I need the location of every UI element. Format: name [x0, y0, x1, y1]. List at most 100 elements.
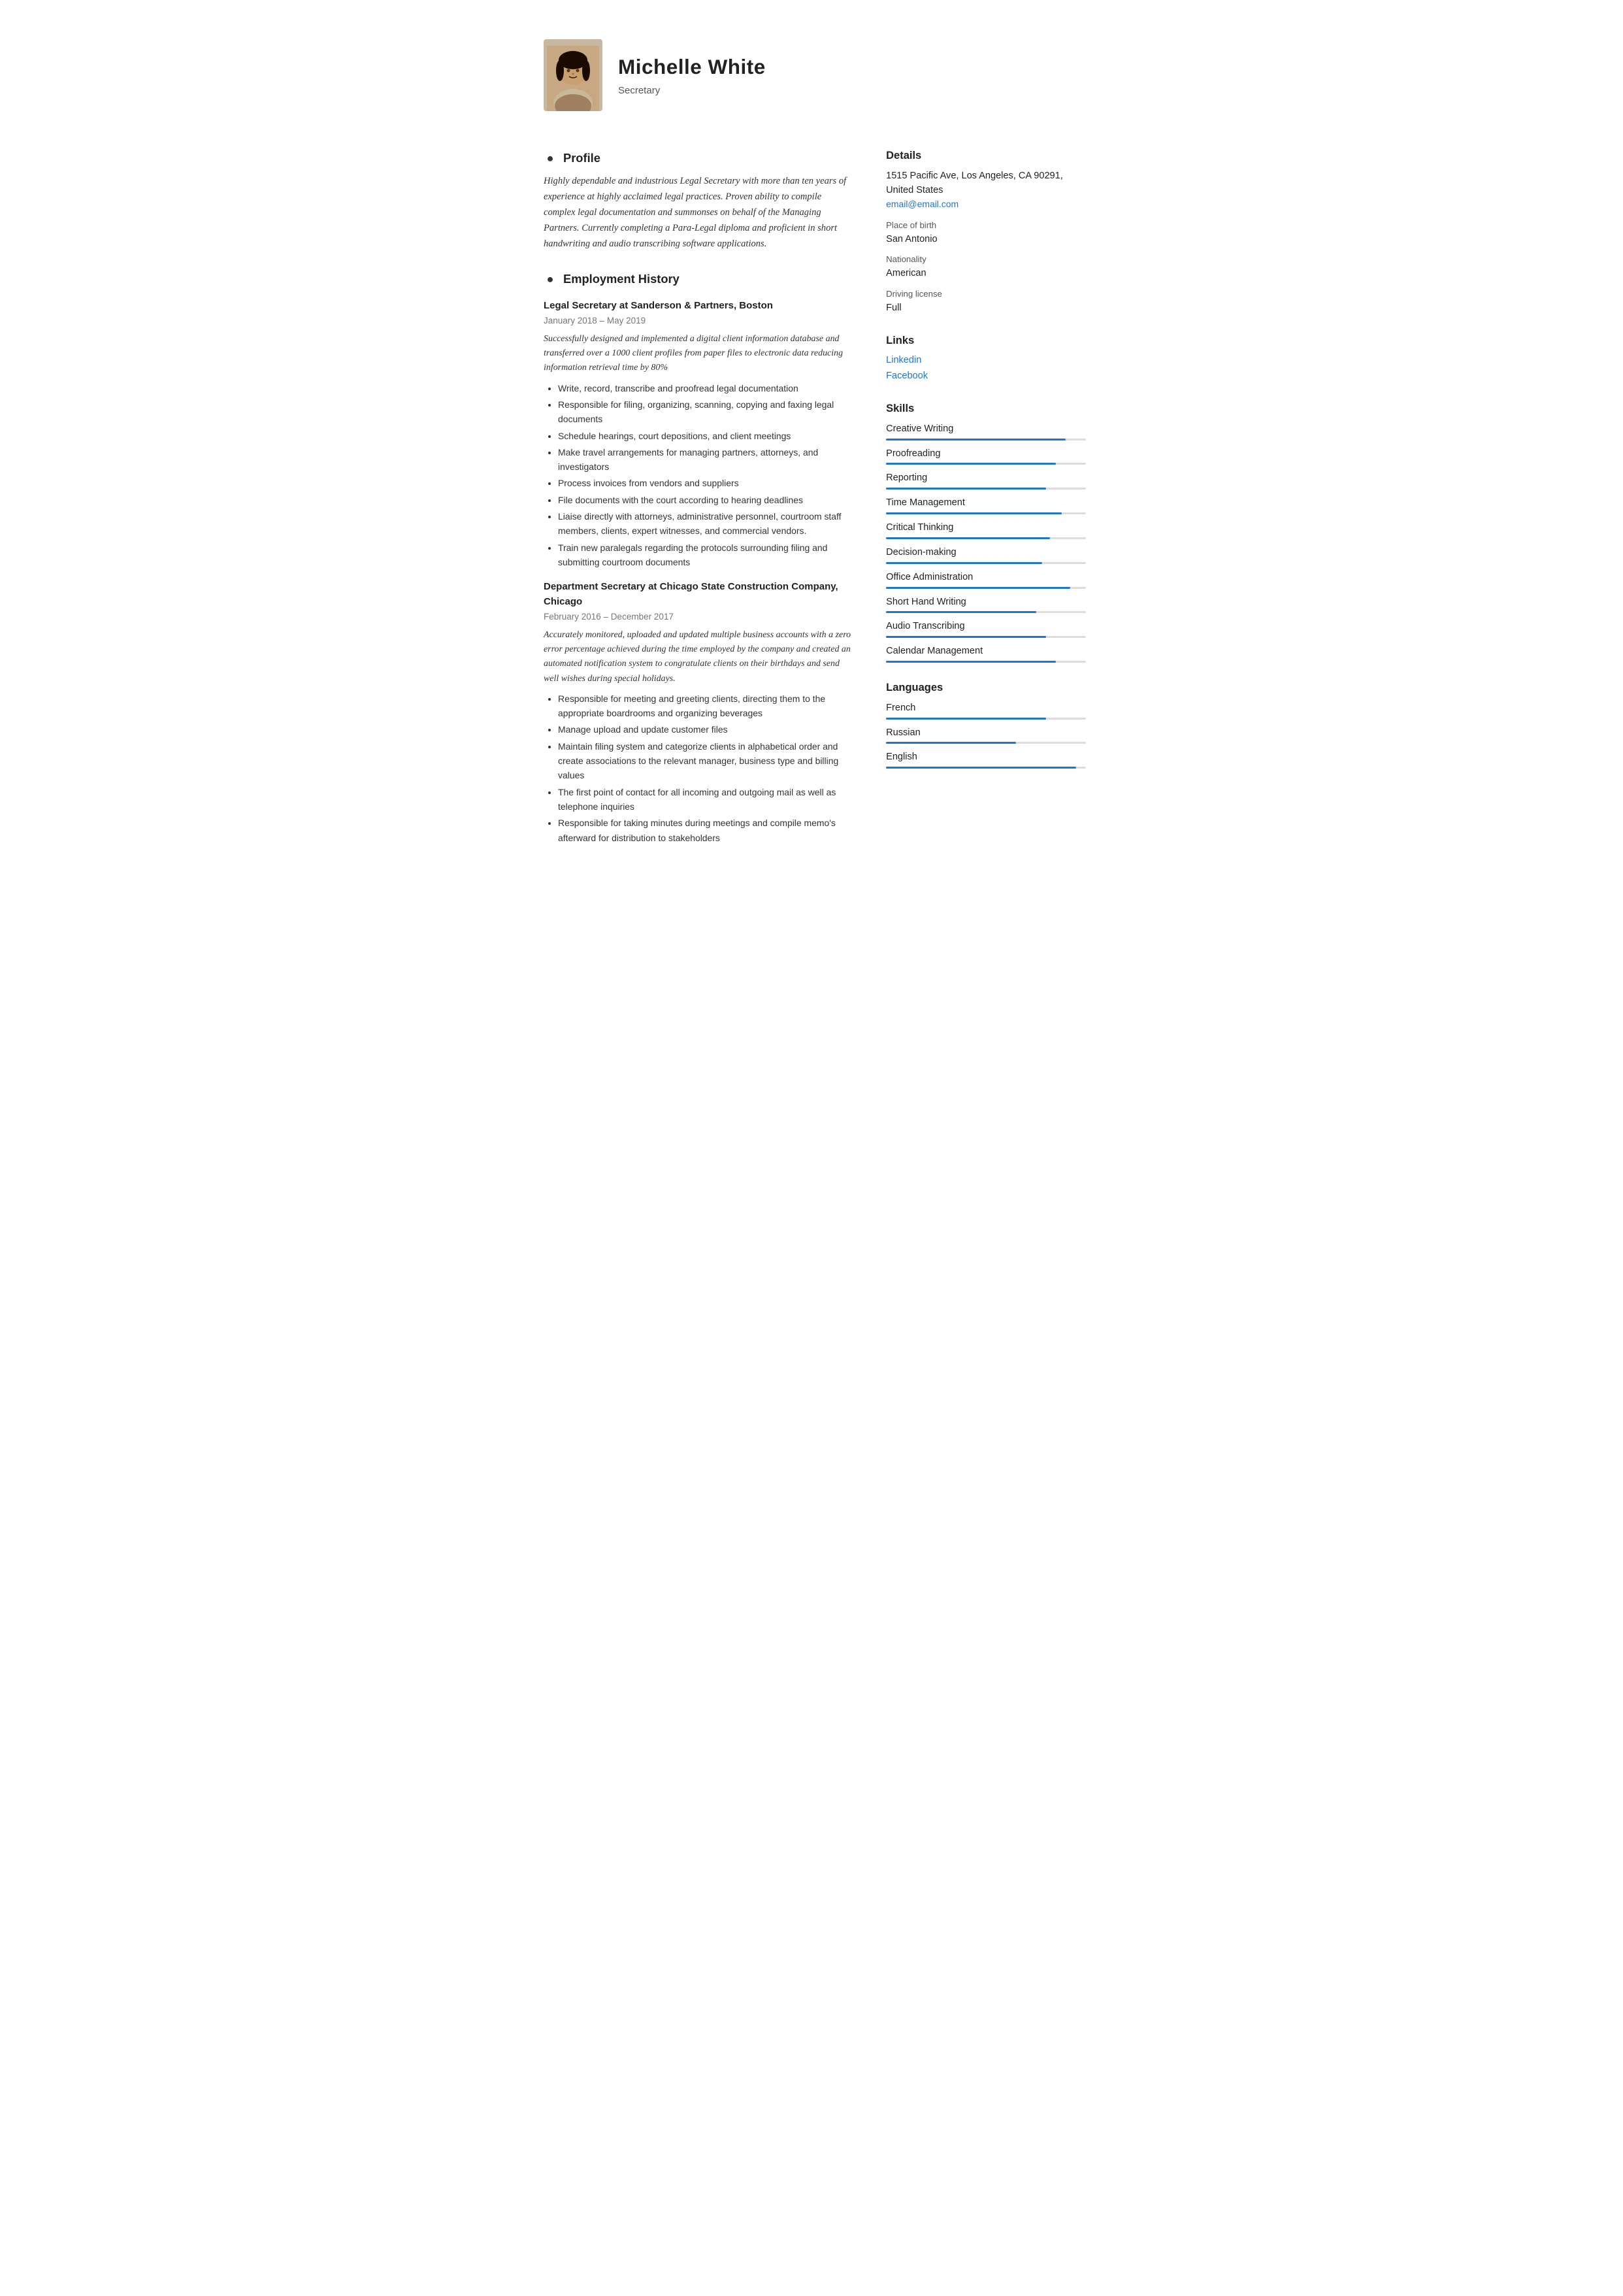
- resume-wrapper: Michelle White Secretary ● Profile Highl…: [517, 0, 1106, 899]
- skill-item-audio: Audio Transcribing: [886, 620, 1086, 638]
- side-column: Details 1515 Pacific Ave, Los Angeles, C…: [873, 131, 1106, 873]
- skill-bar-bg: [886, 611, 1086, 613]
- lang-bar-bg: [886, 767, 1086, 769]
- skill-bar-bg: [886, 587, 1086, 589]
- place-of-birth-value: San Antonio: [886, 233, 1086, 247]
- skill-bar-bg: [886, 636, 1086, 638]
- header-info: Michelle White Secretary: [618, 52, 766, 99]
- details-heading: Details: [886, 148, 1086, 164]
- skill-item-time-management: Time Management: [886, 496, 1086, 514]
- skill-bar-bg: [886, 512, 1086, 514]
- skill-name: Decision-making: [886, 546, 1086, 560]
- job-bullets-2: Responsible for meeting and greeting cli…: [544, 691, 853, 845]
- skill-name: Reporting: [886, 471, 1086, 486]
- link-facebook[interactable]: Facebook: [886, 369, 1086, 384]
- nationality-value: American: [886, 267, 1086, 281]
- skill-name: Creative Writing: [886, 422, 1086, 437]
- lang-name: French: [886, 701, 1086, 716]
- profile-icon: ●: [544, 152, 557, 165]
- header: Michelle White Secretary: [517, 26, 1106, 131]
- skill-item-creative-writing: Creative Writing: [886, 422, 1086, 441]
- detail-email[interactable]: email@email.com: [886, 199, 959, 209]
- skill-item-proofreading: Proofreading: [886, 447, 1086, 465]
- list-item: Write, record, transcribe and proofread …: [558, 381, 853, 395]
- skill-bar-fill: [886, 636, 1046, 638]
- job-dates-2: February 2016 – December 2017: [544, 610, 853, 624]
- lang-item-french: French: [886, 701, 1086, 720]
- skill-bar-fill: [886, 587, 1070, 589]
- skill-name: Proofreading: [886, 447, 1086, 461]
- avatar: [544, 39, 602, 111]
- skill-bar-bg: [886, 661, 1086, 663]
- lang-item-english: English: [886, 750, 1086, 769]
- lang-bar-bg: [886, 718, 1086, 720]
- skill-item-decision-making: Decision-making: [886, 546, 1086, 564]
- job-summary-1: Successfully designed and implemented a …: [544, 332, 853, 376]
- skills-heading: Skills: [886, 401, 1086, 417]
- skill-bar-fill: [886, 661, 1056, 663]
- skill-bar-fill: [886, 463, 1056, 465]
- job-dates-1: January 2018 – May 2019: [544, 314, 853, 327]
- skill-name: Calendar Management: [886, 644, 1086, 659]
- skill-bar-fill: [886, 512, 1062, 514]
- list-item: The first point of contact for all incom…: [558, 785, 853, 814]
- nationality-label: Nationality: [886, 253, 1086, 266]
- list-item: Responsible for filing, organizing, scan…: [558, 397, 853, 427]
- link-linkedin[interactable]: Linkedin: [886, 354, 1086, 368]
- list-item: Maintain filing system and categorize cl…: [558, 739, 853, 783]
- lang-name: English: [886, 750, 1086, 765]
- lang-bar-bg: [886, 742, 1086, 744]
- job-title-2: Department Secretary at Chicago State Co…: [544, 580, 853, 609]
- skill-item-shorthand: Short Hand Writing: [886, 595, 1086, 614]
- skill-name: Time Management: [886, 496, 1086, 510]
- body-columns: ● Profile Highly dependable and industri…: [517, 131, 1106, 873]
- list-item: Responsible for meeting and greeting cli…: [558, 691, 853, 721]
- skill-bar-fill: [886, 611, 1036, 613]
- driving-license-label: Driving license: [886, 288, 1086, 301]
- profile-heading: ● Profile: [544, 149, 853, 167]
- job-summary-2: Accurately monitored, uploaded and updat…: [544, 628, 853, 686]
- skill-bar-fill: [886, 537, 1050, 539]
- lang-bar-fill: [886, 718, 1046, 720]
- skill-name: Critical Thinking: [886, 521, 1086, 535]
- job-bullets-1: Write, record, transcribe and proofread …: [544, 381, 853, 570]
- list-item: Manage upload and update customer files: [558, 722, 853, 737]
- lang-bar-fill: [886, 742, 1016, 744]
- list-item: Responsible for taking minutes during me…: [558, 816, 853, 845]
- skill-bar-bg: [886, 488, 1086, 490]
- list-item: Liaise directly with attorneys, administ…: [558, 509, 853, 539]
- job-entry-2: Department Secretary at Chicago State Co…: [544, 580, 853, 845]
- lang-item-russian: Russian: [886, 726, 1086, 744]
- list-item: Schedule hearings, court depositions, an…: [558, 429, 853, 443]
- driving-license-value: Full: [886, 301, 1086, 316]
- skill-bar-fill: [886, 439, 1066, 441]
- skill-item-reporting: Reporting: [886, 471, 1086, 490]
- job-entry-1: Legal Secretary at Sanderson & Partners,…: [544, 299, 853, 569]
- skill-bar-fill: [886, 562, 1042, 564]
- profile-text: Highly dependable and industrious Legal …: [544, 173, 853, 252]
- skill-bar-bg: [886, 439, 1086, 441]
- languages-heading: Languages: [886, 680, 1086, 696]
- list-item: File documents with the court according …: [558, 493, 853, 507]
- candidate-title: Secretary: [618, 84, 766, 99]
- skill-name: Office Administration: [886, 571, 1086, 585]
- skill-item-office-admin: Office Administration: [886, 571, 1086, 589]
- links-heading: Links: [886, 333, 1086, 349]
- skill-item-calendar: Calendar Management: [886, 644, 1086, 663]
- skill-bar-bg: [886, 537, 1086, 539]
- place-of-birth-label: Place of birth: [886, 219, 1086, 232]
- main-column: ● Profile Highly dependable and industri…: [517, 131, 873, 873]
- skill-name: Short Hand Writing: [886, 595, 1086, 610]
- employment-heading: ● Employment History: [544, 270, 853, 288]
- skill-bar-bg: [886, 562, 1086, 564]
- job-title-1: Legal Secretary at Sanderson & Partners,…: [544, 299, 853, 314]
- lang-name: Russian: [886, 726, 1086, 740]
- candidate-name: Michelle White: [618, 52, 766, 82]
- lang-bar-fill: [886, 767, 1076, 769]
- list-item: Make travel arrangements for managing pa…: [558, 445, 853, 474]
- skill-bar-fill: [886, 488, 1046, 490]
- list-item: Train new paralegals regarding the proto…: [558, 541, 853, 570]
- skill-name: Audio Transcribing: [886, 620, 1086, 634]
- skill-item-critical-thinking: Critical Thinking: [886, 521, 1086, 539]
- list-item: Process invoices from vendors and suppli…: [558, 476, 853, 490]
